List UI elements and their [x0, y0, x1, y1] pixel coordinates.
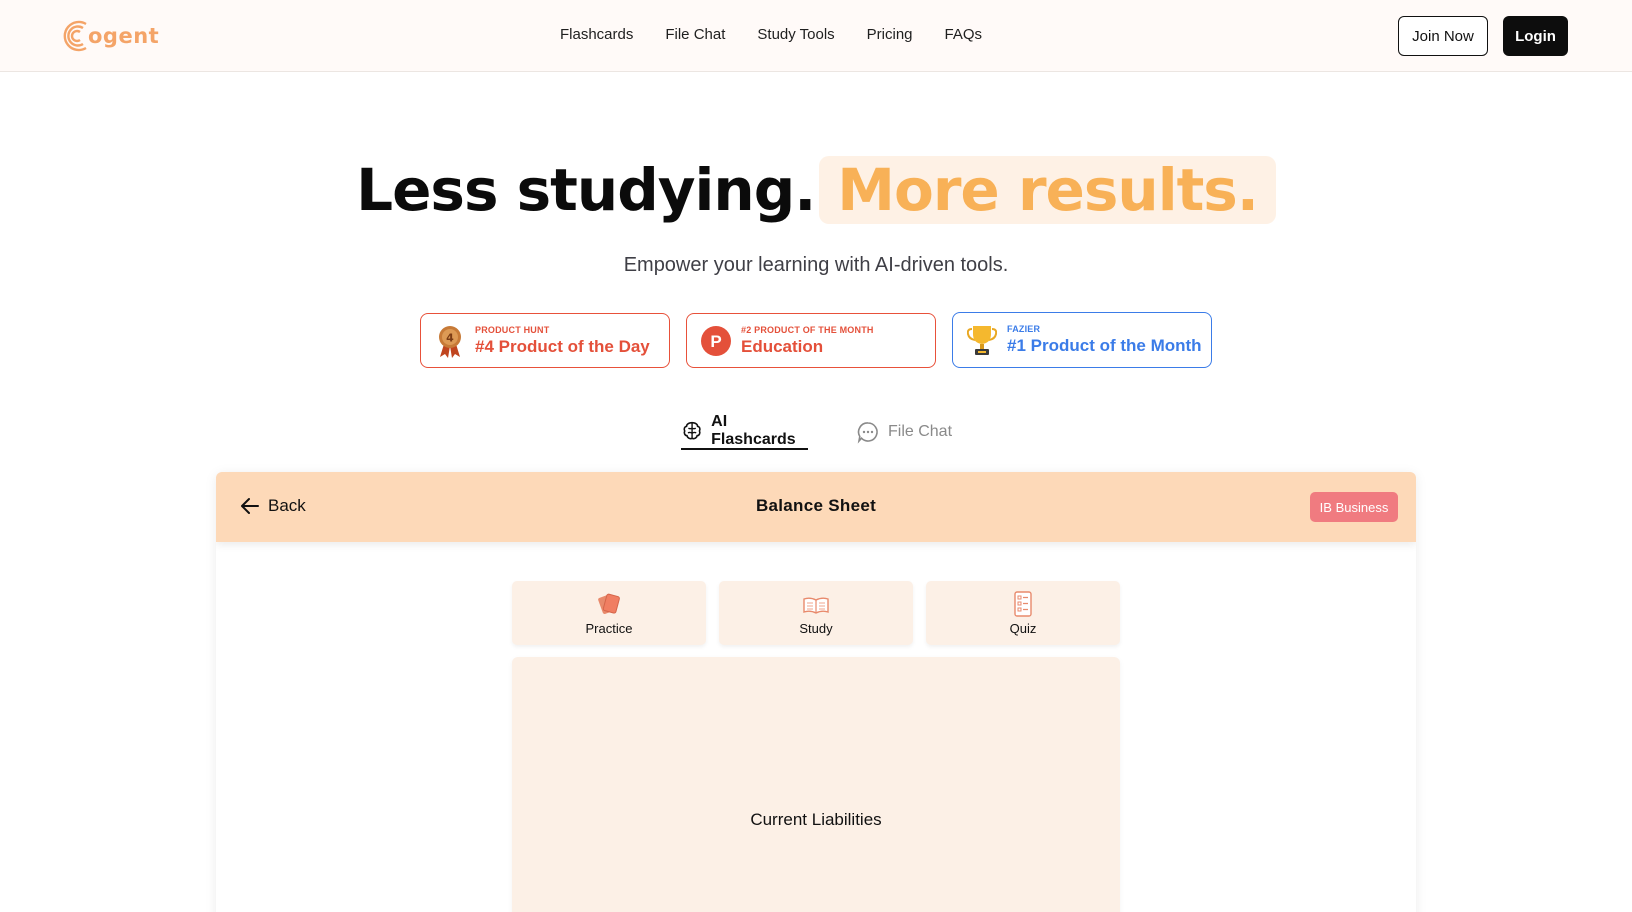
tab-file-chat[interactable]: File Chat	[856, 414, 952, 450]
subject-tag: IB Business	[1310, 492, 1398, 522]
chat-bubble-icon	[857, 422, 878, 444]
nav-link-study-tools[interactable]: Study Tools	[757, 24, 834, 46]
medal-icon: 4	[433, 324, 467, 358]
top-navbar: ogent Flashcards File Chat Study Tools P…	[0, 0, 1632, 72]
deck-header: Back Balance Sheet IB Business	[216, 472, 1416, 542]
quiz-mode-button[interactable]: Quiz	[926, 581, 1120, 645]
nav-links: Flashcards File Chat Study Tools Pricing…	[560, 24, 982, 46]
badge-title: #4 Product of the Day	[475, 336, 650, 356]
badge-product-hunt-month[interactable]: P #2 PRODUCT OF THE MONTH Education	[686, 313, 936, 368]
deck-title: Balance Sheet	[755, 496, 877, 515]
hero-title-highlight: More results.	[819, 156, 1276, 224]
hero-title-dark: Less studying.	[356, 156, 816, 224]
logo[interactable]: ogent	[62, 16, 159, 56]
join-now-button[interactable]: Join Now	[1398, 16, 1488, 56]
badge-source: #2 PRODUCT OF THE MONTH	[741, 324, 874, 335]
product-hunt-icon: P	[699, 324, 733, 358]
svg-text:P: P	[710, 332, 721, 351]
logo-text: ogent	[88, 24, 160, 48]
badge-title: #1 Product of the Month	[1007, 336, 1202, 355]
login-button[interactable]: Login	[1503, 16, 1568, 56]
hero-title: Less studying. More results.	[0, 152, 1632, 228]
mode-label: Practice	[585, 620, 633, 636]
brain-icon	[683, 421, 701, 440]
flashcard-deck-panel: Back Balance Sheet IB Business Practice …	[216, 472, 1416, 912]
tab-label: File Chat	[888, 423, 953, 440]
flashcard-text: Current Liabilities	[750, 810, 882, 829]
svg-text:4: 4	[446, 331, 454, 344]
nav-link-pricing[interactable]: Pricing	[867, 24, 913, 46]
mode-label: Study	[799, 620, 833, 636]
nav-link-file-chat[interactable]: File Chat	[665, 24, 725, 46]
hero-subtitle: Empower your learning with AI-driven too…	[623, 254, 1009, 276]
flashcard[interactable]: Current Liabilities	[512, 657, 1120, 912]
practice-mode-button[interactable]: Practice	[512, 581, 706, 645]
trophy-icon	[965, 323, 999, 357]
nav-link-faqs[interactable]: FAQs	[945, 24, 983, 46]
open-book-icon	[803, 597, 829, 614]
badge-source: FAZIER	[1007, 324, 1041, 334]
badge-title: Education	[741, 336, 824, 356]
badge-product-hunt-day[interactable]: 4 PRODUCT HUNT #4 Product of the Day	[420, 313, 670, 368]
checklist-icon	[1014, 590, 1032, 617]
study-mode-button[interactable]: Study	[719, 581, 913, 645]
mode-label: Quiz	[1009, 620, 1037, 636]
badge-source: PRODUCT HUNT	[475, 324, 550, 335]
tab-ai-flashcards[interactable]: AI Flashcards	[681, 413, 808, 450]
badge-fazier[interactable]: FAZIER #1 Product of the Month	[952, 312, 1212, 368]
nav-link-flashcards[interactable]: Flashcards	[560, 24, 633, 46]
cards-icon	[598, 593, 620, 614]
tab-label: AI Flashcards	[711, 413, 796, 448]
